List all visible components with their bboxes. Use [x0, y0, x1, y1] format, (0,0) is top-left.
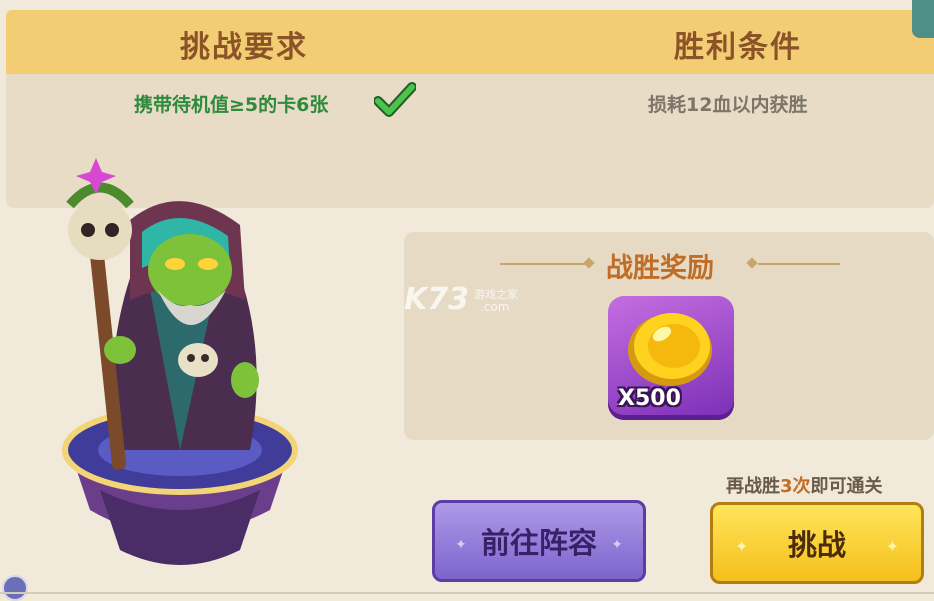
reward-title: 战胜奖励: [606, 253, 714, 284]
corner-orb-icon: [2, 575, 28, 601]
reward-title-left-ornament: [500, 263, 590, 265]
sparkle-icon: ✦: [735, 537, 749, 556]
corner-tab: [912, 0, 934, 38]
remaining-wins-text: 再战胜3次即可通关: [726, 472, 883, 498]
watermark-brand: K73: [404, 282, 469, 317]
staff-skull: [68, 200, 132, 260]
challenge-button-label: 挑战: [787, 528, 846, 562]
gold-coin-icon: [628, 313, 712, 386]
reward-title-right-ornament: [758, 263, 840, 265]
watermark: K73 游戏之家 .com: [404, 282, 518, 317]
skull-ornament: [178, 343, 218, 377]
go-to-lineup-button[interactable]: ✦ 前往阵容 ✦: [432, 500, 646, 582]
victory-heading: 胜利条件: [674, 30, 802, 65]
victory-condition: 损耗12血以内获胜: [648, 94, 808, 116]
reward-quantity: X500: [618, 386, 681, 411]
bottom-edge-line: [0, 592, 934, 594]
challenge-button[interactable]: ✦ 挑战 ✦: [710, 502, 924, 584]
remaining-count: 3次: [780, 476, 811, 497]
watermark-domain: .com: [480, 300, 510, 314]
requirement-heading: 挑战要求: [180, 30, 308, 65]
card-requirement: 携带待机值≥5的卡6张: [134, 94, 329, 116]
hero-character-illustration: [62, 158, 298, 565]
remaining-suffix: 即可通关: [810, 476, 883, 497]
sparkle-icon: ✦: [455, 537, 467, 553]
remaining-prefix: 再战胜: [726, 476, 780, 497]
checkmark-icon: [374, 82, 416, 117]
sparkle-icon: ✦: [885, 537, 899, 556]
lineup-button-label: 前往阵容: [480, 526, 597, 560]
sparkle-icon: ✦: [611, 537, 623, 553]
